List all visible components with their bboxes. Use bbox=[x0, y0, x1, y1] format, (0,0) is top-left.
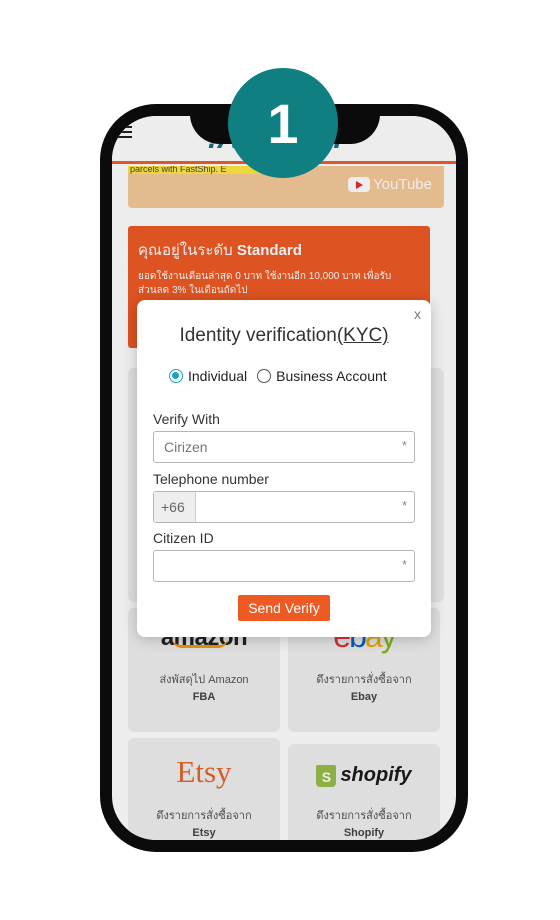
required-marker: * bbox=[401, 557, 407, 572]
verify-with-label: Verify With bbox=[153, 411, 220, 427]
country-code-prefix: +66 bbox=[154, 492, 196, 522]
radio-business-label[interactable]: Business Account bbox=[276, 368, 387, 384]
send-verify-button[interactable]: Send Verify bbox=[238, 595, 330, 621]
step-number-badge: 1 bbox=[228, 68, 338, 178]
radio-individual[interactable] bbox=[169, 369, 183, 383]
radio-business-account[interactable] bbox=[257, 369, 272, 383]
telephone-label: Telephone number bbox=[153, 471, 269, 487]
tutorial-stage: .ASTSHIP parcels with FastShip. E YouTub… bbox=[0, 0, 560, 920]
verify-with-value: Cirizen bbox=[164, 439, 208, 455]
citizen-id-label: Citizen ID bbox=[153, 530, 214, 546]
radio-individual-label[interactable]: Individual bbox=[188, 368, 247, 384]
kyc-modal: x Identity verification(KYC) Individual … bbox=[137, 300, 431, 637]
citizen-id-field[interactable]: * bbox=[153, 550, 415, 582]
modal-title: Identity verification(KYC) bbox=[179, 325, 389, 346]
verify-with-field[interactable]: Cirizen * bbox=[153, 431, 415, 463]
required-marker: * bbox=[401, 438, 407, 453]
required-marker: * bbox=[401, 498, 407, 513]
telephone-field[interactable]: +66 * bbox=[153, 491, 415, 523]
close-icon[interactable]: x bbox=[414, 306, 421, 322]
account-type-radio-group: Individual Business Account bbox=[169, 368, 387, 384]
